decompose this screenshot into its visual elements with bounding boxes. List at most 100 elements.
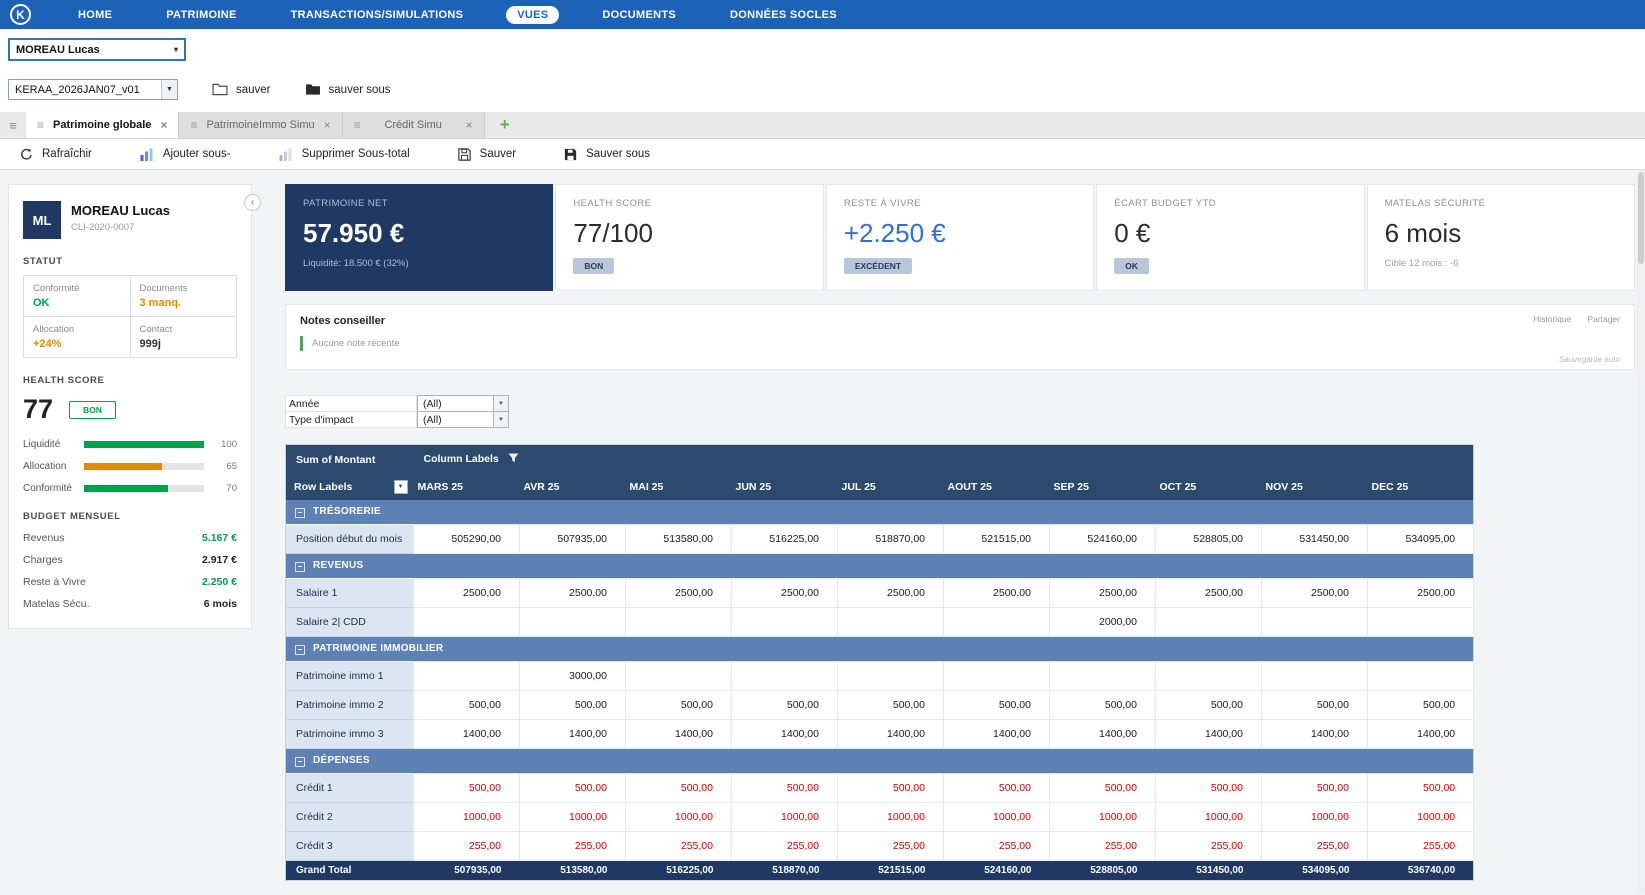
collapse-panel-button[interactable]: ‹	[244, 194, 261, 211]
pivot-cell: 2500,00	[1050, 579, 1156, 608]
client-id: CLI-2020-0007	[71, 222, 170, 233]
pivot-filters: Année(All)▼Type d'impact(All)▼	[285, 395, 705, 428]
pivot-cell: 3000,00	[520, 662, 626, 691]
nav-item-vues[interactable]: VUES	[506, 6, 559, 24]
budget-reste-vivre: Reste à Vivre2.250 €	[23, 576, 237, 588]
autosave-label: Sauvegarde auto	[1559, 355, 1620, 364]
pivot-row-cr-dit-2: Crédit 21000,001000,001000,001000,001000…	[286, 803, 1474, 832]
notes-share-link[interactable]: Partager	[1587, 314, 1620, 324]
toolbar-rafra-chir[interactable]: Rafraîchir	[20, 148, 92, 161]
pivot-cell: 518870,00	[838, 525, 944, 554]
dropdown-icon[interactable]: ▼	[394, 480, 408, 494]
chevron-down-icon[interactable]: ▾	[168, 40, 184, 59]
filter-select-ann-e[interactable]: (All)▼	[417, 395, 509, 412]
pivot-month-dec-25[interactable]: DEC 25	[1368, 474, 1474, 500]
pivot-cell: 2500,00	[732, 579, 838, 608]
pivot-group-cell[interactable]: −DÉPENSES	[286, 749, 1474, 774]
pivot-cell: 1000,00	[520, 803, 626, 832]
tab-cr-dit-simu[interactable]: ≡Crédit Simu×	[343, 112, 485, 138]
vertical-scrollbar[interactable]	[1637, 170, 1645, 894]
pivot-month-aout-25[interactable]: AOUT 25	[944, 474, 1050, 500]
pivot-cell: 500,00	[732, 691, 838, 720]
metric-allocation: Allocation65	[23, 461, 237, 472]
pivot-month-oct-25[interactable]: OCT 25	[1156, 474, 1262, 500]
close-icon[interactable]: ×	[324, 118, 331, 132]
budget-label: Matelas Sécu.	[23, 598, 90, 610]
grand-total-cell: 536740,00	[1368, 861, 1474, 881]
filter-select-type-d-impact[interactable]: (All)▼	[417, 411, 509, 428]
nav-item-donn-es-socles[interactable]: DONNÉES SOCLES	[719, 6, 848, 24]
client-row: MOREAU Lucas ▾	[0, 29, 1645, 70]
toolbar-label: Sauver sous	[586, 148, 650, 160]
tab-patrimoine-globale[interactable]: ≡Patrimoine globale×	[26, 112, 179, 138]
pivot-month-sep-25[interactable]: SEP 25	[1050, 474, 1156, 500]
chevron-down-icon[interactable]: ▼	[161, 80, 177, 99]
toolbar-supprimer-sous-total[interactable]: Supprimer Sous-total	[279, 148, 410, 161]
pivot-cell: 1000,00	[414, 803, 520, 832]
pivot-cell	[626, 662, 732, 691]
pivot-cell: 255,00	[626, 832, 732, 861]
pivot-row-cr-dit-1: Crédit 1500,00500,00500,00500,00500,0050…	[286, 774, 1474, 803]
pivot-group-cell[interactable]: −TRÉSORERIE	[286, 500, 1474, 525]
pivot-month-mars-25[interactable]: MARS 25	[414, 474, 520, 500]
pivot-cell: 255,00	[520, 832, 626, 861]
client-selector-value: MOREAU Lucas	[10, 40, 100, 59]
save-as-button[interactable]: sauver sous	[305, 83, 391, 96]
collapse-icon[interactable]: −	[295, 645, 305, 655]
add-tab-button[interactable]: +	[485, 112, 525, 138]
pivot-cell: 2500,00	[838, 579, 944, 608]
app-logo[interactable]: K	[10, 4, 31, 25]
menu-icon[interactable]: ≡	[0, 112, 26, 138]
pivot-cell	[626, 608, 732, 637]
pivot-cell: 516225,00	[732, 525, 838, 554]
top-nav: K HOME PATRIMOINE TRANSACTIONS/SIMULATIONS…	[0, 0, 1645, 29]
pivot-month-jun-25[interactable]: JUN 25	[732, 474, 838, 500]
pivot-group-cell[interactable]: −REVENUS	[286, 554, 1474, 579]
kpi-badge: OK	[1114, 258, 1149, 274]
notes-history-link[interactable]: Historique	[1533, 314, 1571, 324]
metric-fill	[84, 441, 204, 448]
pivot-group-cell[interactable]: −PATRIMOINE IMMOBILIER	[286, 637, 1474, 662]
pivot-cell: 2500,00	[414, 579, 520, 608]
nav-item-transactions-simulations[interactable]: TRANSACTIONS/SIMULATIONS	[280, 6, 475, 24]
toolbar-sauver-sous[interactable]: Sauver sous	[564, 148, 650, 161]
nav-item-documents[interactable]: DOCUMENTS	[591, 6, 687, 24]
toolbar-ajouter-sous[interactable]: Ajouter sous-	[140, 148, 231, 161]
save-button[interactable]: sauver	[212, 83, 271, 96]
funnel-icon[interactable]	[508, 453, 519, 466]
pivot-month-avr-25[interactable]: AVR 25	[520, 474, 626, 500]
budget-label: Charges	[23, 554, 63, 566]
nav-item-patrimoine[interactable]: PATRIMOINE	[155, 6, 247, 24]
refresh-icon	[20, 148, 33, 161]
pivot-month-mai-25[interactable]: MAI 25	[626, 474, 732, 500]
kpi-value: 77/100	[573, 218, 805, 249]
close-icon[interactable]: ×	[466, 118, 473, 132]
toolbar-sauver[interactable]: Sauver	[458, 148, 516, 161]
collapse-icon[interactable]: −	[295, 757, 305, 767]
client-selector[interactable]: MOREAU Lucas ▾	[8, 38, 186, 61]
scrollbar-thumb[interactable]	[1638, 172, 1644, 264]
pivot-table: Sum of MontantColumn LabelsRow Labels▼MA…	[285, 444, 1474, 881]
health-score-value: 77	[23, 394, 53, 425]
pivot-cell: 1000,00	[838, 803, 944, 832]
pivot-cell: 2500,00	[1156, 579, 1262, 608]
pivot-row-label: Patrimoine immo 2	[286, 691, 414, 720]
pivot-cell: 524160,00	[1050, 525, 1156, 554]
dropdown-icon[interactable]: ▼	[493, 412, 508, 427]
pivot-row-labels[interactable]: Row Labels▼	[286, 474, 414, 500]
pivot-column-labels[interactable]: Column Labels	[414, 445, 1474, 475]
collapse-icon[interactable]: −	[295, 508, 305, 518]
kpi-reste-vivre: RESTE À VIVRE+2.250 €EXCÉDENT	[826, 184, 1094, 291]
nav-item-home[interactable]: HOME	[67, 6, 123, 24]
pivot-month-nov-25[interactable]: NOV 25	[1262, 474, 1368, 500]
folder-icon	[212, 83, 228, 96]
dropdown-icon[interactable]: ▼	[493, 396, 508, 411]
scenario-selector[interactable]: KERAA_2026JAN07_v01 ▼	[8, 79, 178, 100]
pivot-cell: 2000,00	[1050, 608, 1156, 637]
pivot-month-jul-25[interactable]: JUL 25	[838, 474, 944, 500]
close-icon[interactable]: ×	[160, 118, 167, 132]
health-score-row: 77 BON	[23, 394, 237, 425]
collapse-icon[interactable]: −	[295, 562, 305, 572]
tab-patrimoineimmo-simu[interactable]: ≡PatrimoineImmo Simu×	[179, 112, 342, 138]
scenario-selector-value: KERAA_2026JAN07_v01	[9, 80, 140, 99]
